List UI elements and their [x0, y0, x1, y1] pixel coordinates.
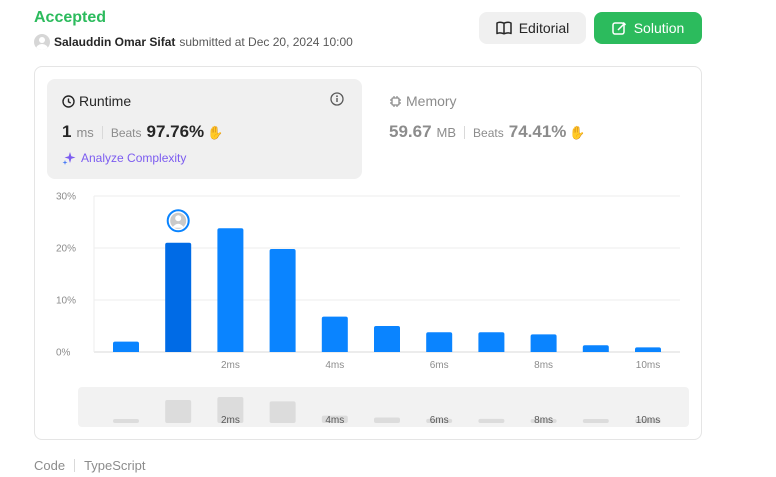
x-tick-label: 2ms [221, 360, 240, 371]
chart-bar[interactable] [113, 341, 139, 352]
chart-bar[interactable] [165, 242, 192, 352]
mini-bar [113, 419, 139, 423]
mini-bar [269, 401, 296, 423]
chart-bar[interactable] [269, 249, 296, 352]
mini-x-tick-label: 2ms [221, 415, 240, 426]
mini-bar [374, 417, 400, 423]
code-language-row: Code TypeScript [34, 458, 146, 473]
chart-bar[interactable] [426, 332, 453, 352]
x-tick-label: 4ms [325, 360, 344, 371]
mini-x-tick-label: 4ms [325, 415, 344, 426]
chart-bar[interactable] [635, 347, 661, 352]
y-tick-label: 0% [56, 348, 71, 359]
chart-bar[interactable] [217, 228, 244, 352]
x-tick-label: 10ms [636, 360, 660, 371]
code-label: Code [34, 458, 66, 473]
y-tick-label: 10% [56, 296, 76, 307]
runtime-distribution-chart[interactable]: 0% 10% 20% 30% 2ms 4ms 6ms 8ms 10ms 2ms 4ms 6ms 8ms 1… [0, 0, 776, 477]
chart-bar[interactable] [478, 332, 505, 352]
mini-bar [478, 418, 505, 423]
chart-bar[interactable] [374, 326, 400, 352]
y-tick-label: 20% [56, 244, 76, 255]
chart-bar[interactable] [530, 334, 557, 352]
language-label[interactable]: TypeScript [84, 458, 145, 473]
x-tick-label: 8ms [534, 360, 553, 371]
mini-x-tick-label: 10ms [636, 415, 660, 426]
x-tick-label: 6ms [430, 360, 449, 371]
chart-bar[interactable] [582, 345, 609, 352]
mini-bar [582, 419, 609, 423]
chart-bar[interactable] [321, 316, 348, 352]
divider [74, 459, 76, 472]
y-tick-label: 30% [56, 192, 76, 203]
mini-x-tick-label: 6ms [430, 415, 449, 426]
mini-bar [165, 400, 192, 423]
avatar-head [175, 215, 182, 222]
mini-x-tick-label: 8ms [534, 415, 553, 426]
